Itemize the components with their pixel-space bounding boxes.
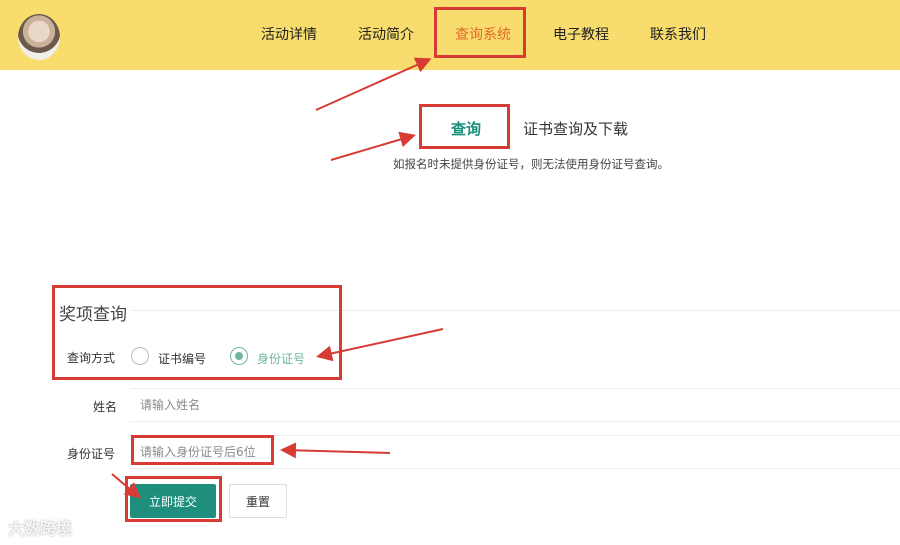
submit-button[interactable]: 立即提交: [130, 484, 216, 518]
top-navbar: 活动详情 活动简介 查询系统 电子教程 联系我们: [0, 0, 900, 70]
query-subtitle: 证书查询及下载: [523, 120, 629, 138]
name-label: 姓名: [93, 400, 118, 414]
award-section-title: 奖项查询: [59, 305, 127, 325]
nav-query-system[interactable]: 查询系统: [455, 24, 511, 44]
id-number-label: 身份证号: [67, 447, 116, 461]
watermark: 大数跨境: [8, 519, 73, 538]
radio-label-certificate-number[interactable]: 证书编号: [158, 350, 206, 367]
query-tab[interactable]: 查询: [451, 118, 481, 139]
query-mode-label: 查询方式: [67, 351, 116, 365]
reset-button[interactable]: 重置: [229, 484, 287, 518]
radio-label-id-number[interactable]: 身份证号: [257, 350, 305, 367]
nav-tutorial[interactable]: 电子教程: [553, 24, 609, 44]
arrow-to-radio: [316, 328, 444, 362]
nav-activity-intro[interactable]: 活动简介: [358, 24, 414, 44]
radio-certificate-number[interactable]: [131, 347, 149, 365]
radio-id-number[interactable]: [230, 347, 248, 365]
query-note: 如报名时未提供身份证号，则无法使用身份证号查询。: [393, 157, 669, 171]
name-input[interactable]: [130, 388, 900, 422]
id-number-input[interactable]: [130, 435, 900, 469]
nav-contact[interactable]: 联系我们: [650, 24, 706, 44]
section-divider: [132, 310, 900, 311]
logo-avatar[interactable]: [18, 14, 60, 60]
nav-activity-details[interactable]: 活动详情: [261, 24, 317, 44]
